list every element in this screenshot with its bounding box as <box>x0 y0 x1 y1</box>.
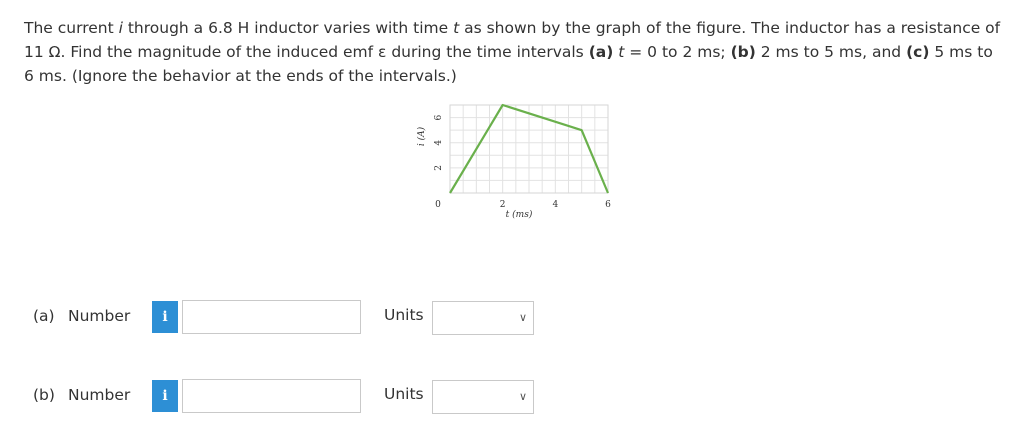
y-tick-label: 2 <box>434 165 444 171</box>
answer-input-b[interactable] <box>182 379 361 413</box>
chevron-down-icon: ∨ <box>518 311 527 324</box>
answer-label-b: (b) <box>33 386 55 404</box>
question-page: The current i through a 6.8 H inductor v… <box>0 0 1024 431</box>
x-axis-label: t (ms) <box>506 209 533 220</box>
units-label-a: Units <box>384 306 424 324</box>
part-b-label: (b) <box>730 43 756 61</box>
answer-input-a[interactable] <box>182 300 361 334</box>
info-icon[interactable]: i <box>152 380 178 412</box>
problem-text: = 0 to 2 ms; <box>624 43 731 61</box>
units-select-a[interactable]: ∨ <box>432 301 534 335</box>
y-tick-label: 4 <box>434 140 444 146</box>
problem-text: The current <box>24 19 119 37</box>
units-label-b: Units <box>384 385 424 403</box>
number-label-b: Number <box>68 386 131 404</box>
current-vs-time-graph: 2 4 6 2 4 6 0 t (ms) i (A) <box>412 95 632 235</box>
x-tick-label: 2 <box>500 200 506 210</box>
part-c-label: (c) <box>906 43 930 61</box>
info-icon[interactable]: i <box>152 301 178 333</box>
problem-statement: The current i through a 6.8 H inductor v… <box>24 16 1004 88</box>
number-label-a: Number <box>68 307 131 325</box>
units-select-b[interactable]: ∨ <box>432 380 534 414</box>
answer-label-a: (a) <box>33 307 55 325</box>
y-axis-label: i (A) <box>416 126 427 146</box>
origin-label: 0 <box>435 200 441 210</box>
y-tick-label: 6 <box>434 114 444 120</box>
chevron-down-icon: ∨ <box>518 390 527 403</box>
answer-row-b: (b) Number i Units ∨ <box>0 377 1024 417</box>
problem-text: 2 ms to 5 ms, and <box>755 43 907 61</box>
answer-row-a: (a) Number i Units ∨ <box>0 298 1024 338</box>
part-a-label: (a) <box>588 43 614 61</box>
x-tick-label: 6 <box>605 200 611 210</box>
x-tick-label: 4 <box>552 200 558 210</box>
graph-svg: 2 4 6 2 4 6 0 t (ms) i (A) <box>416 103 611 220</box>
problem-text: through a 6.8 H inductor varies with tim… <box>122 19 454 37</box>
